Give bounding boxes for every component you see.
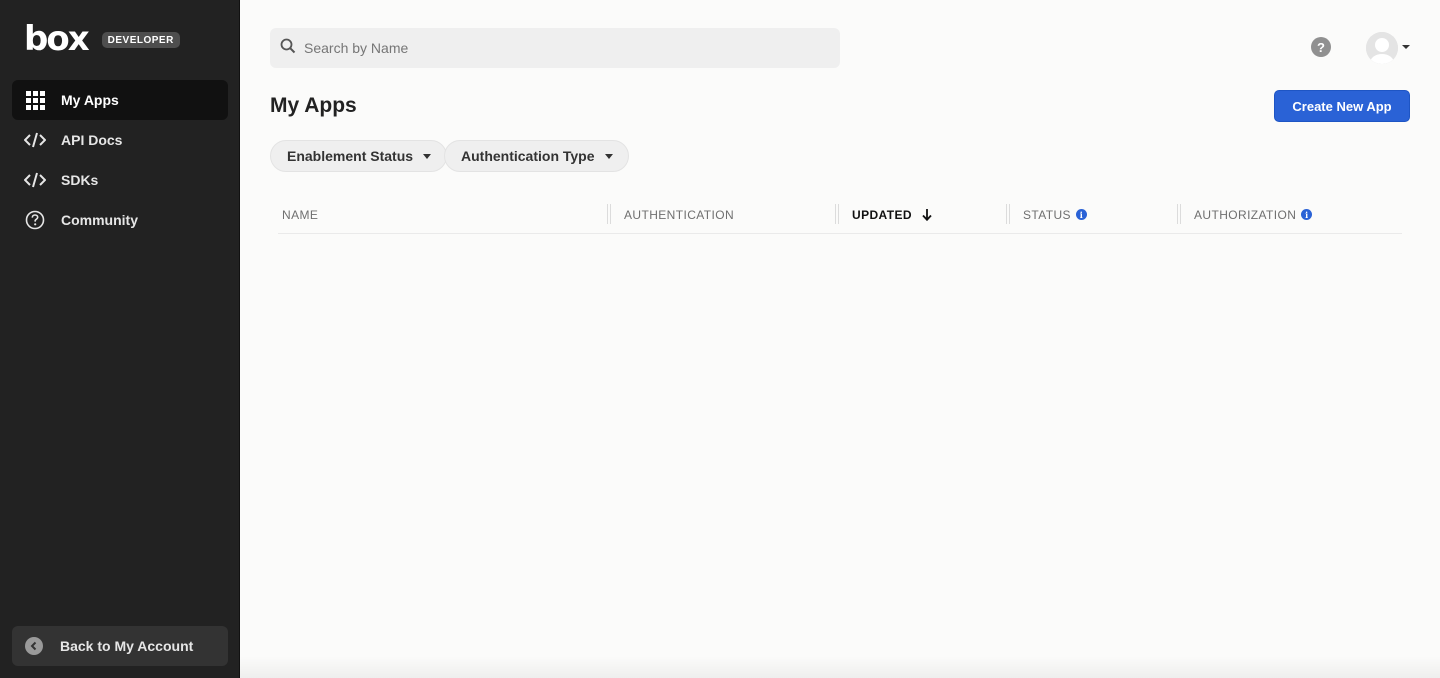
column-resize-handle[interactable]: [607, 204, 611, 224]
sidebar-item-my-apps[interactable]: My Apps: [12, 80, 228, 120]
filter-label: Enablement Status: [287, 148, 414, 164]
column-label: AUTHORIZATION: [1194, 207, 1297, 222]
column-header-status[interactable]: STATUS i: [1023, 198, 1087, 231]
sidebar-nav: My Apps API Docs SDKs Community: [12, 80, 228, 240]
sidebar-item-label: My Apps: [61, 92, 119, 108]
arrow-down-icon: [922, 208, 932, 221]
column-label: STATUS: [1023, 207, 1071, 222]
box-logo[interactable]: box: [24, 22, 90, 56]
page-title: My Apps: [270, 94, 357, 117]
column-resize-handle[interactable]: [835, 204, 839, 224]
column-header-updated[interactable]: UPDATED: [852, 198, 932, 231]
filter-label: Authentication Type: [461, 148, 595, 164]
code-icon: [24, 130, 46, 150]
avatar[interactable]: [1366, 32, 1398, 64]
help-icon[interactable]: ?: [1311, 37, 1331, 57]
search-icon: [280, 38, 296, 59]
apps-table-header: NAME AUTHENTICATION UPDATED STATUS i AUT…: [278, 198, 1402, 234]
sidebar-item-sdks[interactable]: SDKs: [12, 160, 228, 200]
column-header-authentication[interactable]: AUTHENTICATION: [624, 198, 734, 231]
sidebar-item-api-docs[interactable]: API Docs: [12, 120, 228, 160]
back-to-account-button[interactable]: Back to My Account: [12, 626, 228, 666]
sidebar: box DEVELOPER My Apps API Docs SDKs Comm…: [0, 0, 240, 678]
sidebar-item-label: API Docs: [61, 132, 123, 148]
column-resize-handle[interactable]: [1177, 204, 1181, 224]
column-resize-handle[interactable]: [1006, 204, 1010, 224]
sidebar-item-community[interactable]: Community: [12, 200, 228, 240]
code-icon: [24, 170, 46, 190]
sidebar-item-label: Community: [61, 212, 138, 228]
search-bar[interactable]: [270, 28, 840, 68]
column-label: NAME: [282, 207, 319, 222]
column-label: AUTHENTICATION: [624, 207, 735, 222]
grid-icon: [24, 90, 46, 110]
caret-down-icon: [604, 153, 613, 159]
chevron-down-icon[interactable]: [1402, 45, 1410, 49]
column-label: UPDATED: [852, 207, 912, 222]
create-new-app-button[interactable]: Create New App: [1274, 90, 1410, 122]
chevron-left-icon: [25, 637, 43, 655]
info-icon[interactable]: i: [1301, 209, 1313, 220]
sidebar-item-label: SDKs: [61, 172, 99, 188]
brand: box DEVELOPER: [24, 22, 180, 56]
column-header-authorization[interactable]: AUTHORIZATION i: [1194, 198, 1313, 231]
column-header-name[interactable]: NAME: [282, 198, 318, 231]
enablement-status-filter[interactable]: Enablement Status: [270, 140, 448, 172]
back-label: Back to My Account: [60, 638, 194, 654]
search-input[interactable]: [304, 40, 824, 56]
caret-down-icon: [423, 153, 432, 159]
developer-badge: DEVELOPER: [101, 32, 180, 48]
question-circle-icon: [24, 210, 46, 230]
bottom-shadow: [240, 656, 1440, 678]
info-icon[interactable]: i: [1075, 209, 1087, 220]
authentication-type-filter[interactable]: Authentication Type: [444, 140, 629, 172]
